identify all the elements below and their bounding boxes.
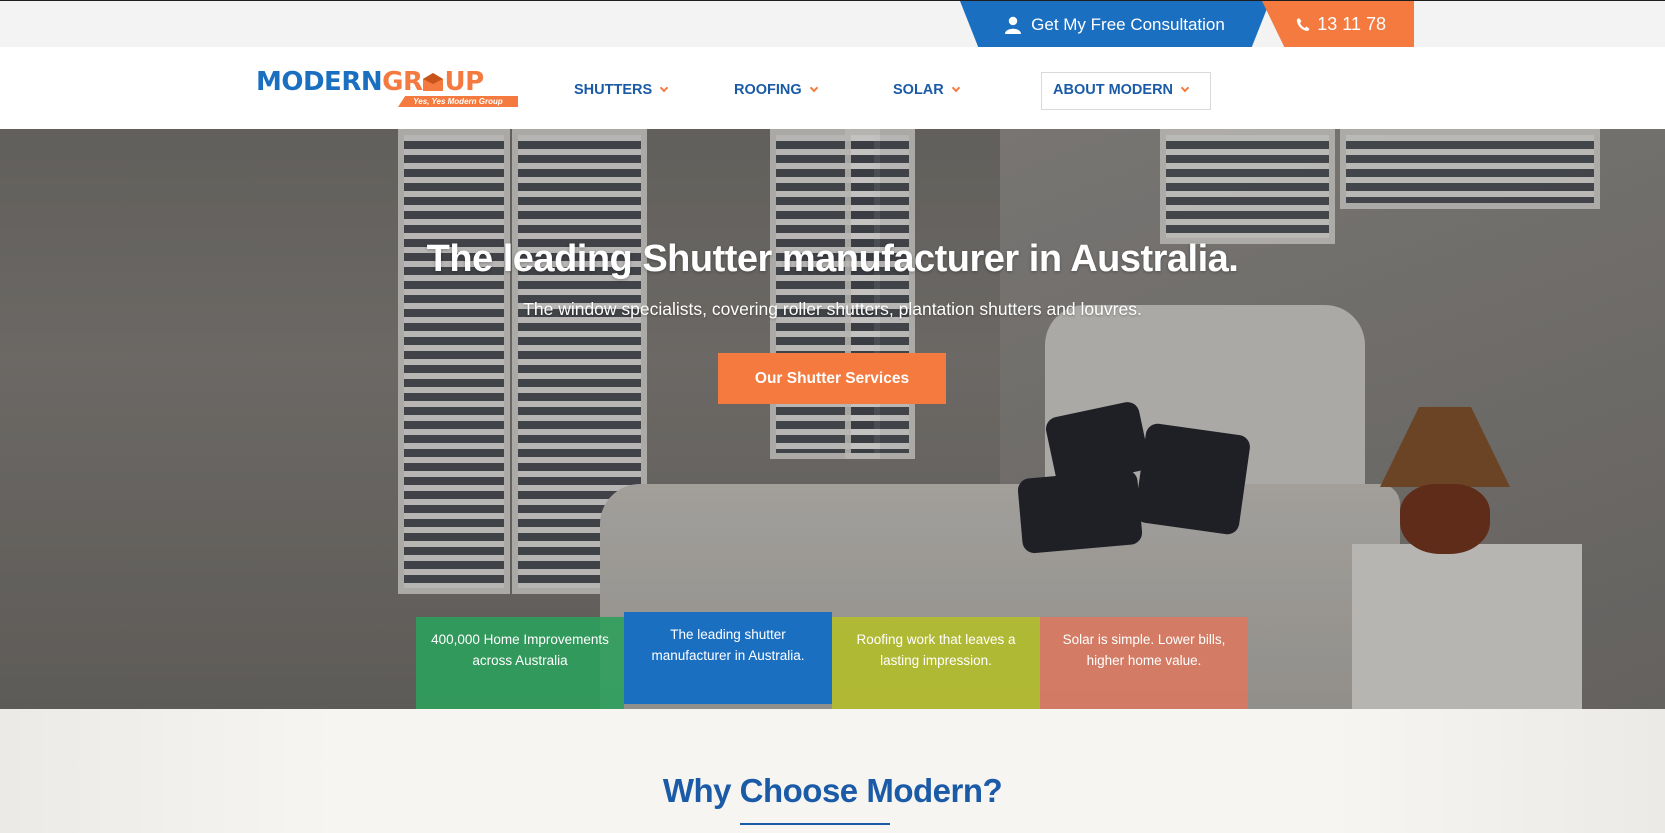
nav-shutters[interactable]: SHUTTERS bbox=[574, 82, 669, 98]
section-heading: Why Choose Modern? bbox=[662, 772, 1003, 809]
chevron-down-icon bbox=[951, 83, 960, 93]
nav-roofing-label: ROOFING bbox=[734, 82, 802, 98]
nav-shutters-label: SHUTTERS bbox=[574, 82, 653, 98]
free-consultation-label: Get My Free Consultation bbox=[1031, 14, 1225, 34]
shutter-services-button[interactable]: Our Shutter Services bbox=[718, 353, 946, 404]
free-consultation-button[interactable]: Get My Free Consultation bbox=[960, 1, 1270, 48]
hero-title: The leading Shutter manufacturer in Aust… bbox=[426, 238, 1239, 280]
nav-about-modern[interactable]: ABOUT MODERN bbox=[1053, 82, 1190, 98]
nav-solar[interactable]: SOLAR bbox=[893, 82, 960, 98]
logo-house-icon bbox=[423, 73, 444, 91]
nav-about-label: ABOUT MODERN bbox=[1053, 82, 1174, 98]
why-choose-section: Why Choose Modern? bbox=[0, 709, 1665, 833]
phone-number: 13 11 78 bbox=[1317, 14, 1386, 34]
logo-word-up: UP bbox=[444, 67, 484, 97]
feature-tile-solar[interactable]: Solar is simple. Lower bills, higher hom… bbox=[1040, 617, 1248, 709]
feature-tile-roofing[interactable]: Roofing work that leaves a lasting impre… bbox=[832, 617, 1040, 709]
chevron-down-icon bbox=[809, 83, 818, 93]
logo-wordmark: MODERNGR UP bbox=[256, 69, 518, 95]
logo-word-modern: MODERN bbox=[256, 67, 383, 97]
hero-subtitle: The window specialists, covering roller … bbox=[523, 299, 1142, 319]
nav-roofing[interactable]: ROOFING bbox=[734, 82, 818, 98]
modern-group-logo[interactable]: MODERNGR UP Yes, Yes Modern Group bbox=[256, 69, 518, 111]
phone-icon bbox=[1297, 18, 1310, 31]
heading-underline bbox=[740, 823, 890, 825]
chevron-down-icon bbox=[659, 83, 669, 93]
chevron-down-icon bbox=[1180, 83, 1190, 93]
feature-tiles: 400,000 Home Improvements across Austral… bbox=[416, 612, 1248, 709]
top-utility-bar: Get My Free Consultation 13 11 78 bbox=[0, 0, 1665, 48]
logo-tagline: Yes, Yes Modern Group bbox=[398, 96, 518, 107]
feature-tile-home-improvements[interactable]: 400,000 Home Improvements across Austral… bbox=[416, 617, 624, 709]
logo-word-gr: GR bbox=[382, 67, 423, 97]
nav-solar-label: SOLAR bbox=[893, 82, 944, 98]
phone-call-button[interactable]: 13 11 78 bbox=[1262, 1, 1414, 48]
user-icon bbox=[1005, 16, 1022, 34]
feature-tile-shutters[interactable]: The leading shutter manufacturer in Aust… bbox=[624, 612, 832, 704]
site-header: MODERNGR UP Yes, Yes Modern Group SHUTTER… bbox=[0, 47, 1665, 129]
